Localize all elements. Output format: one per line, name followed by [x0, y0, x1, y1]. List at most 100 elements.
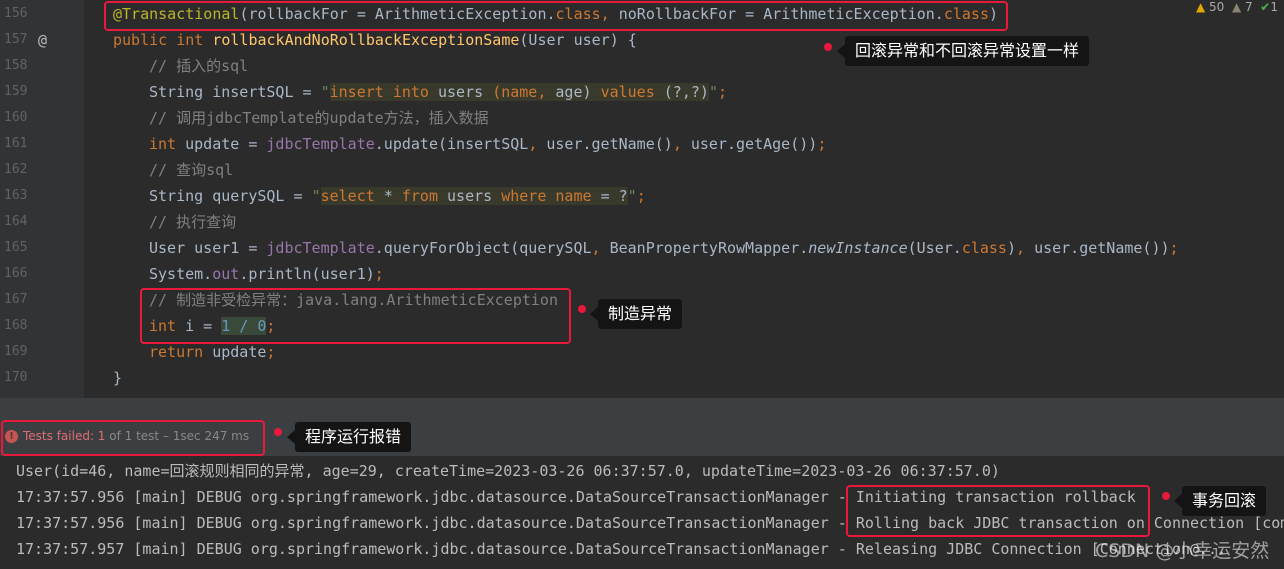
code-token: ;: [636, 187, 646, 205]
line-number: 162: [4, 162, 28, 177]
code-token: BeanPropertyRowMapper.: [609, 239, 809, 257]
callout-error: 程序运行报错: [286, 422, 412, 452]
line-number: 170: [4, 370, 28, 385]
line-number: 163: [4, 188, 28, 203]
panel-divider[interactable]: [0, 398, 1284, 418]
code-token: ,: [1016, 239, 1035, 257]
code-token: String querySQL =: [149, 187, 312, 205]
code-token: select: [320, 187, 384, 205]
code-token: ": [627, 187, 637, 205]
code-line[interactable]: int update = jdbcTemplate.update(insertS…: [149, 131, 826, 157]
code-token: User user1 =: [149, 239, 267, 257]
code-token: out: [212, 265, 240, 283]
code-token: class: [961, 239, 1007, 257]
marker-dot: [578, 305, 586, 313]
watermark: CSDN @小幸运安然: [1095, 540, 1270, 562]
code-token: *: [383, 187, 402, 205]
override-gutter-icon[interactable]: @: [38, 27, 47, 53]
code-line[interactable]: // 插入的sql: [149, 53, 248, 79]
code-token: // 执行查询: [149, 213, 237, 231]
code-token: rollbackAndNoRollbackExceptionSame: [212, 31, 520, 49]
code-token: (: [492, 83, 502, 101]
code-token: (User.: [907, 239, 962, 257]
line-number: 159: [4, 84, 28, 99]
line-number: 169: [4, 344, 28, 359]
code-token: user.getName(): [546, 135, 673, 153]
code-token: ": [311, 187, 321, 205]
callout-rollback: 事务回滚: [1173, 486, 1267, 516]
code-line[interactable]: String querySQL = "select * from users w…: [149, 183, 646, 209]
code-token: user.getAge()): [690, 135, 818, 153]
code-token: ): [1006, 239, 1016, 257]
marker-dot: [274, 428, 282, 436]
code-token: ;: [374, 265, 384, 283]
marker-dot: [1162, 492, 1170, 500]
weak-warning-icon: ▲: [1231, 0, 1242, 14]
inspection-widget[interactable]: ▲ 50 ▲ 7 ✔1: [1196, 0, 1278, 14]
code-token: age): [555, 83, 601, 101]
check-icon: ✔: [1260, 0, 1271, 14]
code-token: ;: [1169, 239, 1179, 257]
line-number: 160: [4, 110, 28, 125]
line-number: 166: [4, 266, 28, 281]
code-token: ,: [591, 239, 610, 257]
code-token: ": [320, 83, 330, 101]
code-token: from: [401, 187, 448, 205]
code-line[interactable]: String insertSQL = "insert into users (n…: [149, 79, 727, 105]
code-token: jdbcTemplate: [266, 135, 375, 153]
code-token: where: [501, 187, 556, 205]
code-token: ;: [717, 83, 727, 101]
code-token: String insertSQL =: [149, 83, 321, 101]
line-number: 156: [4, 6, 28, 21]
code-token: ;: [817, 135, 827, 153]
line-number: 165: [4, 240, 28, 255]
highlight-rollback: [846, 485, 1150, 537]
code-token: System.: [149, 265, 213, 283]
code-token: ,: [672, 135, 691, 153]
code-token: = ?: [600, 187, 628, 205]
callout-same-setting: 回滚异常和不回滚异常设置一样: [836, 36, 1090, 66]
callout-exception: 制造异常: [589, 299, 683, 329]
highlight-test-failed: [1, 420, 265, 456]
code-token: // 查询sql: [149, 161, 234, 179]
code-token: ": [708, 83, 718, 101]
code-token: int: [149, 135, 186, 153]
marker-dot: [824, 43, 832, 51]
code-token: .update(insertSQL: [374, 135, 529, 153]
code-token: users: [447, 187, 502, 205]
console-line: 17:37:57.957 [main] DEBUG org.springfram…: [16, 540, 1227, 558]
code-token: insert into: [329, 83, 438, 101]
code-token: update =: [185, 135, 267, 153]
code-token: name: [555, 187, 601, 205]
code-token: ,: [528, 135, 547, 153]
code-token: users: [438, 83, 493, 101]
code-token: return: [149, 343, 213, 361]
code-line[interactable]: }: [113, 365, 122, 391]
code-token: .queryForObject(querySQL: [374, 239, 592, 257]
line-number: 161: [4, 136, 28, 151]
line-number: 167: [4, 292, 28, 307]
line-number: 158: [4, 58, 28, 73]
code-token: (?,?): [663, 83, 709, 101]
code-token: user.getName()): [1034, 239, 1170, 257]
code-line[interactable]: // 查询sql: [149, 157, 233, 183]
highlight-exception: [140, 288, 571, 344]
code-line[interactable]: // 调用jdbcTemplate的update方法，插入数据: [149, 105, 489, 131]
code-token: (User user) {: [519, 31, 637, 49]
code-token: jdbcTemplate: [266, 239, 375, 257]
code-line[interactable]: // 执行查询: [149, 209, 236, 235]
console-line: User(id=46, name=回滚规则相同的异常, age=29, crea…: [16, 462, 1000, 480]
line-number: 164: [4, 214, 28, 229]
code-token: public int: [113, 31, 213, 49]
line-number: 157: [4, 32, 28, 47]
warning-icon: ▲: [1195, 0, 1206, 14]
code-token: name,: [501, 83, 556, 101]
code-token: ;: [266, 343, 276, 361]
code-token: values: [600, 83, 664, 101]
line-number: 168: [4, 318, 28, 333]
highlight-annotation-line: [104, 1, 1008, 31]
code-line[interactable]: User user1 = jdbcTemplate.queryForObject…: [149, 235, 1179, 261]
code-line[interactable]: System.out.println(user1);: [149, 261, 384, 287]
code-token: // 插入的sql: [149, 57, 249, 75]
code-token: update: [212, 343, 267, 361]
